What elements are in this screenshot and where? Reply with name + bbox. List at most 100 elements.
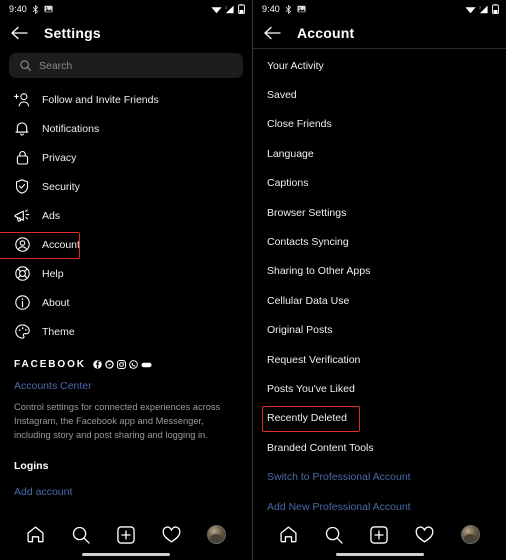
life-ring-icon xyxy=(14,266,30,282)
shield-check-icon xyxy=(14,179,30,195)
list-item-cellular-data-use[interactable]: Cellular Data Use xyxy=(253,286,506,315)
back-arrow-icon[interactable] xyxy=(263,24,281,42)
accounts-center-link[interactable]: Accounts Center xyxy=(14,380,238,392)
add-account-link[interactable]: Add account xyxy=(0,486,252,498)
page-title: Account xyxy=(297,25,355,41)
bell-icon xyxy=(14,121,30,137)
info-circle-icon xyxy=(14,295,30,311)
list-item-saved[interactable]: Saved xyxy=(253,80,506,109)
dual-screenshot-container: 9:40 2 Settings Search Follow and Invite… xyxy=(0,0,506,560)
status-bar-right-group: 2 xyxy=(211,4,245,14)
list-item-your-activity[interactable]: Your Activity xyxy=(253,51,506,80)
list-item-branded-content-tools[interactable]: Branded Content Tools xyxy=(253,433,506,462)
list-item-close-friends[interactable]: Close Friends xyxy=(253,110,506,139)
screenshot-icon xyxy=(297,5,306,13)
status-bar-right-group: 2 xyxy=(465,4,499,14)
list-item-label: Saved xyxy=(267,89,297,102)
list-item-recently-deleted[interactable]: Recently Deleted xyxy=(253,404,506,433)
facebook-icon xyxy=(93,360,102,369)
settings-screen: 9:40 2 Settings Search Follow and Invite… xyxy=(0,0,253,560)
list-item-add-new-professional-account[interactable]: Add New Professional Account xyxy=(253,492,506,521)
palette-icon xyxy=(14,324,30,340)
list-item-sharing-to-other-apps[interactable]: Sharing to Other Apps xyxy=(253,257,506,286)
list-item-switch-to-professional-account[interactable]: Switch to Professional Account xyxy=(253,462,506,491)
cellular-signal-icon: 2 xyxy=(479,5,488,13)
list-item-label: Request Verification xyxy=(267,353,361,366)
facebook-section-description: Control settings for connected experienc… xyxy=(14,402,221,440)
facebook-heading: FACEBOOK xyxy=(14,359,86,370)
search-icon xyxy=(20,60,31,71)
lock-icon xyxy=(14,150,30,166)
home-indicator xyxy=(82,553,170,556)
sidebar-item-label: Account xyxy=(42,238,80,251)
list-item-browser-settings[interactable]: Browser Settings xyxy=(253,198,506,227)
settings-menu-list: Follow and Invite Friends Notifications xyxy=(0,78,252,346)
bottom-nav-left xyxy=(0,518,252,560)
status-bar-left: 9:40 2 xyxy=(0,0,252,18)
facebook-section: FACEBOOK Accounts Center Control setting… xyxy=(0,346,252,443)
whatsapp-icon xyxy=(129,360,138,369)
status-bar-clock: 9:40 xyxy=(262,4,280,14)
list-item-label: Captions xyxy=(267,177,309,190)
sidebar-item-security[interactable]: Security xyxy=(0,172,252,201)
bluetooth-icon xyxy=(285,4,292,14)
profile-avatar[interactable] xyxy=(459,524,481,546)
sidebar-item-label: Security xyxy=(42,180,80,193)
list-item-label: Contacts Syncing xyxy=(267,236,349,249)
sidebar-item-follow-and-invite-friends[interactable]: Follow and Invite Friends xyxy=(0,85,252,114)
status-bar-right: 9:40 2 xyxy=(253,0,506,18)
portal-icon xyxy=(141,362,152,367)
sidebar-item-label: Notifications xyxy=(42,122,100,135)
sidebar-item-label: Privacy xyxy=(42,151,77,164)
page-title: Settings xyxy=(44,25,101,41)
avatar xyxy=(206,525,226,544)
megaphone-icon xyxy=(14,208,30,224)
list-item-label: Language xyxy=(267,147,314,160)
battery-icon xyxy=(238,4,245,14)
list-item-captions[interactable]: Captions xyxy=(253,169,506,198)
sidebar-item-about[interactable]: About xyxy=(0,288,252,317)
list-item-label: Branded Content Tools xyxy=(267,441,374,454)
list-item-label: Add New Professional Account xyxy=(267,500,411,513)
home-icon[interactable] xyxy=(25,524,47,546)
sidebar-item-label: Ads xyxy=(42,209,61,222)
search-input[interactable]: Search xyxy=(9,53,243,78)
sidebar-item-ads[interactable]: Ads xyxy=(0,201,252,230)
search-icon[interactable] xyxy=(323,524,345,546)
list-item-label: Posts You've Liked xyxy=(267,382,355,395)
list-item-contacts-syncing[interactable]: Contacts Syncing xyxy=(253,227,506,256)
sidebar-item-help[interactable]: Help xyxy=(0,259,252,288)
add-post-icon[interactable] xyxy=(368,524,390,546)
list-item-posts-youve-liked[interactable]: Posts You've Liked xyxy=(253,374,506,403)
search-icon[interactable] xyxy=(70,524,92,546)
battery-icon xyxy=(492,4,499,14)
account-screen: 9:40 2 Account Your Activity Saved Close… xyxy=(253,0,506,560)
wifi-icon xyxy=(465,6,476,13)
account-menu-list: Your Activity Saved Close Friends Langua… xyxy=(253,49,506,521)
settings-app-bar: Settings xyxy=(0,18,252,48)
list-item-label: Cellular Data Use xyxy=(267,294,350,307)
home-icon[interactable] xyxy=(278,524,300,546)
cellular-signal-icon: 2 xyxy=(225,5,234,13)
screenshot-icon xyxy=(44,5,53,13)
search-placeholder: Search xyxy=(39,59,73,72)
activity-heart-icon[interactable] xyxy=(414,524,436,546)
avatar xyxy=(460,525,480,544)
activity-heart-icon[interactable] xyxy=(160,524,182,546)
list-item-language[interactable]: Language xyxy=(253,139,506,168)
home-indicator xyxy=(335,553,424,556)
profile-avatar[interactable] xyxy=(205,524,227,546)
list-item-request-verification[interactable]: Request Verification xyxy=(253,345,506,374)
sidebar-item-theme[interactable]: Theme xyxy=(0,317,252,346)
list-item-label: Sharing to Other Apps xyxy=(267,265,371,278)
sidebar-item-label: About xyxy=(42,296,70,309)
sidebar-item-notifications[interactable]: Notifications xyxy=(0,114,252,143)
list-item-original-posts[interactable]: Original Posts xyxy=(253,316,506,345)
sidebar-item-account[interactable]: Account xyxy=(0,230,252,259)
account-app-bar: Account xyxy=(253,18,506,48)
back-arrow-icon[interactable] xyxy=(10,24,28,42)
instagram-icon xyxy=(116,360,126,369)
add-person-icon xyxy=(14,92,30,108)
sidebar-item-privacy[interactable]: Privacy xyxy=(0,143,252,172)
add-post-icon[interactable] xyxy=(115,524,137,546)
